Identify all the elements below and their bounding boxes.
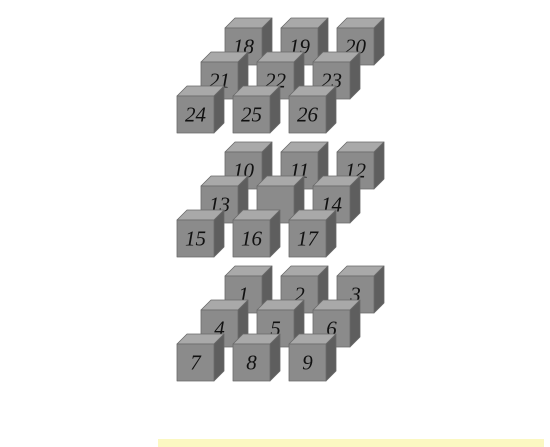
cube-label: 24 — [185, 103, 207, 127]
cube-label: 7 — [190, 351, 202, 375]
cube-label: 26 — [297, 103, 319, 127]
cube-label: 15 — [185, 227, 206, 251]
cube-label: 25 — [241, 103, 262, 127]
cube-label: 9 — [302, 351, 313, 375]
cube: 9 — [288, 333, 337, 382]
cube: 7 — [176, 333, 225, 382]
cube: 8 — [232, 333, 281, 382]
cube-label: 8 — [246, 351, 257, 375]
cube: 17 — [288, 209, 337, 258]
cube: 24 — [176, 85, 225, 134]
cube: 26 — [288, 85, 337, 134]
bottom-strip — [158, 439, 544, 447]
cube-label: 16 — [241, 227, 263, 251]
cube: 16 — [232, 209, 281, 258]
cube: 25 — [232, 85, 281, 134]
cube-stack-diagram: 2019182322212625241211101413171615321654… — [176, 17, 385, 382]
cube: 15 — [176, 209, 225, 258]
cube-label: 17 — [297, 227, 320, 251]
